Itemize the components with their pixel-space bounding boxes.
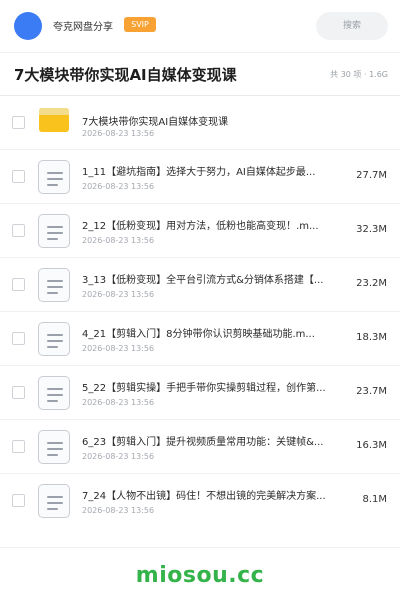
list-item[interactable]: 5_22【剪辑实操】手把手带你实操剪辑过程，创作第... 2026-08-23 … xyxy=(0,365,400,419)
item-size: 16.3M xyxy=(356,440,387,451)
app-name: 夸克网盘分享 xyxy=(53,22,113,33)
item-size: 23.2M xyxy=(356,278,387,289)
svip-badge[interactable]: SVIP xyxy=(124,17,156,32)
item-checkbox[interactable] xyxy=(12,224,25,237)
item-name: 1_11【避坑指南】选择大于努力，AI自媒体起步最... xyxy=(82,167,316,178)
item-size: 27.7M xyxy=(356,170,387,181)
item-checkbox[interactable] xyxy=(12,440,25,453)
item-date: 2026-08-23 13:56 xyxy=(82,236,155,245)
item-name: 6_23【剪辑入门】提升视频质量常用功能：关键帧&... xyxy=(82,437,324,448)
list-item[interactable]: 4_21【剪辑入门】8分钟带你认识剪映基础功能.m... 2026-08-23 … xyxy=(0,311,400,365)
item-date: 2026-08-23 13:56 xyxy=(82,506,155,515)
header-divider xyxy=(0,52,400,53)
share-title-row: 7大模块带你实现AI自媒体变现课 共 30 项 · 1.6G xyxy=(0,64,400,88)
item-name: 5_22【剪辑实操】手把手带你实操剪辑过程，创作第... xyxy=(82,383,326,394)
item-name: 4_21【剪辑入门】8分钟带你认识剪映基础功能.m... xyxy=(82,329,315,340)
list-item[interactable]: 7大模块带你实现AI自媒体变现课 2026-08-23 13:56 xyxy=(0,95,400,149)
document-icon xyxy=(38,322,70,356)
document-icon xyxy=(38,268,70,302)
document-icon xyxy=(38,160,70,194)
list-item[interactable]: 3_13【低粉变现】全平台引流方式&分销体系搭建【... 2026-08-23 … xyxy=(0,257,400,311)
item-size: 23.7M xyxy=(356,386,387,397)
item-size: 32.3M xyxy=(356,224,387,235)
item-size: 18.3M xyxy=(356,332,387,343)
item-name: 2_12【低粉变现】用对方法，低粉也能高变现！.m... xyxy=(82,221,319,232)
item-name: 7_24【人物不出镜】码住！不想出镜的完美解决方案... xyxy=(82,491,326,502)
document-icon xyxy=(38,376,70,410)
page-title: 7大模块带你实现AI自媒体变现课 xyxy=(14,66,237,84)
search-input[interactable]: 搜索 xyxy=(316,12,388,40)
item-checkbox[interactable] xyxy=(12,332,25,345)
list-item[interactable]: 6_23【剪辑入门】提升视频质量常用功能：关键帧&... 2026-08-23 … xyxy=(0,419,400,473)
list-item[interactable]: 1_11【避坑指南】选择大于努力，AI自媒体起步最... 2026-08-23 … xyxy=(0,149,400,203)
file-list: 7大模块带你实现AI自媒体变现课 2026-08-23 13:56 1_11【避… xyxy=(0,95,400,527)
item-date: 2026-08-23 13:56 xyxy=(82,129,155,138)
list-item[interactable]: 7_24【人物不出镜】码住！不想出镜的完美解决方案... 2026-08-23 … xyxy=(0,473,400,527)
item-size: 8.1M xyxy=(362,494,387,505)
share-summary: 共 30 项 · 1.6G xyxy=(330,70,388,79)
item-checkbox[interactable] xyxy=(12,386,25,399)
item-date: 2026-08-23 13:56 xyxy=(82,290,155,299)
document-icon xyxy=(38,214,70,248)
app-header: 夸克网盘分享 SVIP 搜索 xyxy=(0,0,400,52)
watermark: miosou.cc xyxy=(135,563,265,588)
document-icon xyxy=(38,430,70,464)
avatar[interactable] xyxy=(14,12,42,40)
list-item[interactable]: 2_12【低粉变现】用对方法，低粉也能高变现！.m... 2026-08-23 … xyxy=(0,203,400,257)
item-name: 3_13【低粉变现】全平台引流方式&分销体系搭建【... xyxy=(82,275,324,286)
item-checkbox[interactable] xyxy=(12,278,25,291)
item-date: 2026-08-23 13:56 xyxy=(82,398,155,407)
item-date: 2026-08-23 13:56 xyxy=(82,452,155,461)
item-checkbox[interactable] xyxy=(12,494,25,507)
folder-icon xyxy=(39,108,69,132)
list-bottom-divider xyxy=(0,547,400,548)
item-date: 2026-08-23 13:56 xyxy=(82,344,155,353)
item-checkbox[interactable] xyxy=(12,116,25,129)
item-checkbox[interactable] xyxy=(12,170,25,183)
item-date: 2026-08-23 13:56 xyxy=(82,182,155,191)
document-icon xyxy=(38,484,70,518)
item-name: 7大模块带你实现AI自媒体变现课 xyxy=(82,117,229,128)
